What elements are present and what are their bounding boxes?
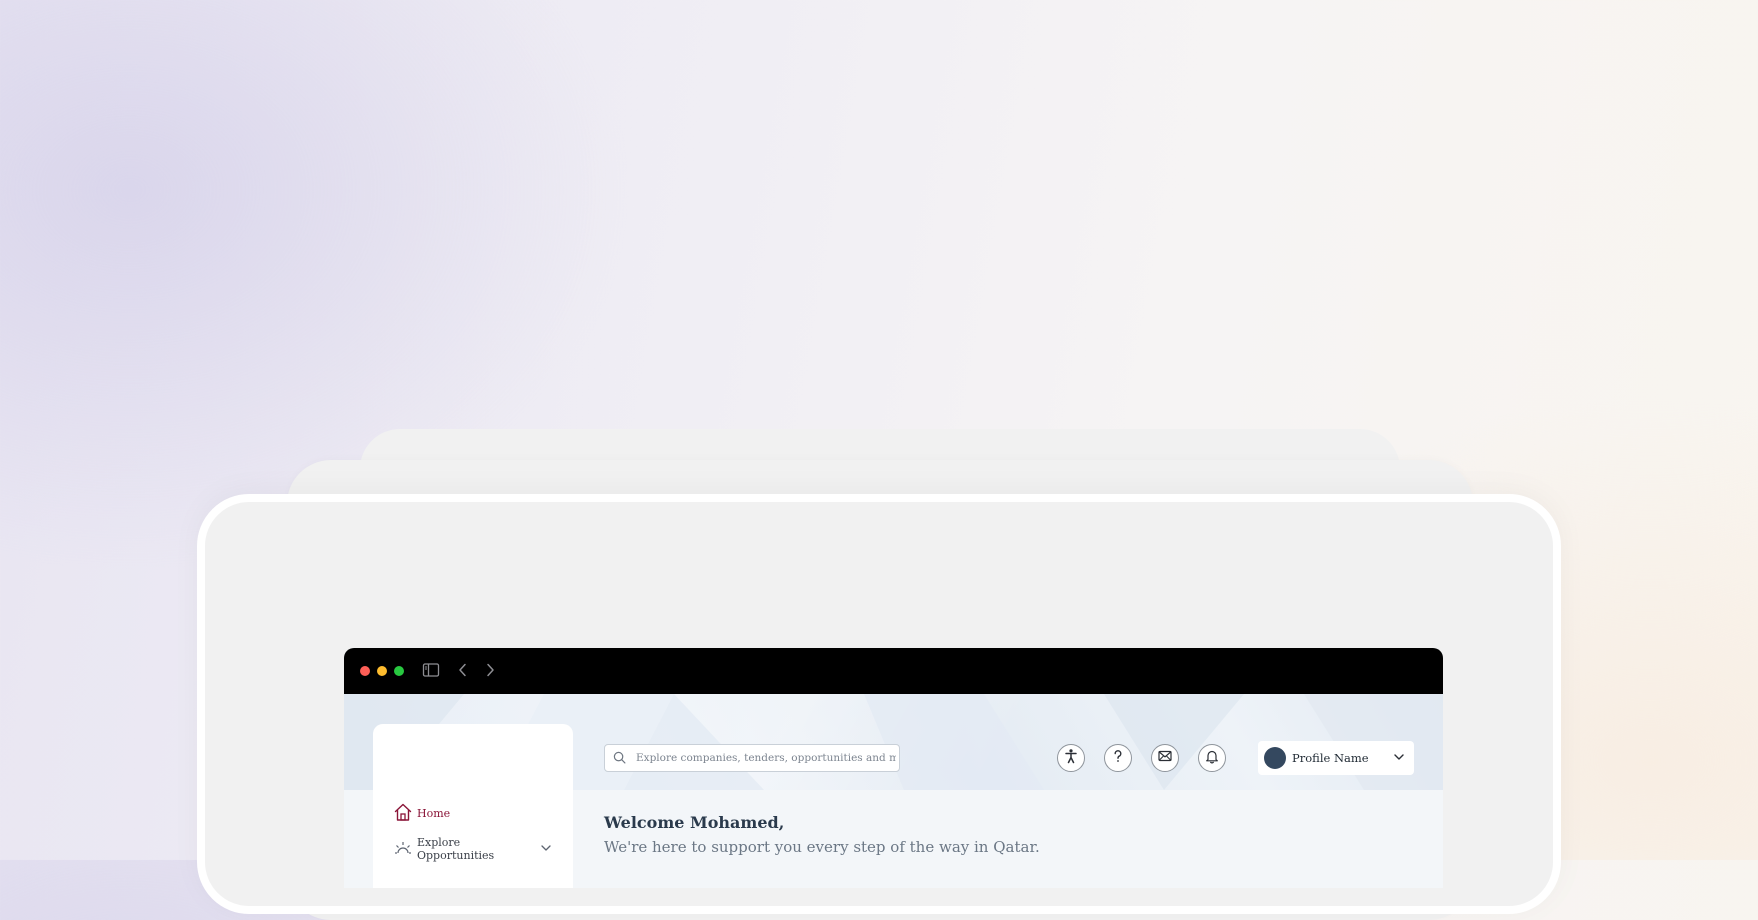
home-icon xyxy=(393,802,413,825)
welcome-heading: Welcome Mohamed, xyxy=(604,813,785,832)
sidebar-item-explore-opportunities[interactable]: Explore Opportunities xyxy=(393,836,553,862)
chevron-down-icon[interactable] xyxy=(1392,749,1406,768)
sunrise-icon xyxy=(393,838,413,861)
browser-window: Home Explore Opportunities Explore compa… xyxy=(344,648,1443,888)
accessibility-icon xyxy=(1063,748,1079,768)
avatar xyxy=(1264,747,1286,769)
back-arrow-icon[interactable] xyxy=(454,661,472,683)
search-input[interactable] xyxy=(634,751,898,765)
sidebar-item-home[interactable]: Home xyxy=(393,802,450,825)
minimize-window-button[interactable] xyxy=(377,666,387,676)
close-window-button[interactable] xyxy=(360,666,370,676)
bell-icon xyxy=(1204,748,1220,768)
help-button[interactable] xyxy=(1104,744,1132,772)
sidebar: Home Explore Opportunities xyxy=(373,724,573,888)
sidebar-toggle-icon[interactable] xyxy=(422,661,440,683)
accessibility-button[interactable] xyxy=(1057,744,1085,772)
profile-name: Profile Name xyxy=(1292,751,1369,765)
chevron-down-icon[interactable] xyxy=(539,841,553,858)
sidebar-item-label: Home xyxy=(417,807,451,820)
sidebar-item-label: Explore Opportunities xyxy=(417,836,495,862)
help-icon xyxy=(1110,748,1126,768)
forward-arrow-icon[interactable] xyxy=(481,661,499,683)
browser-titlebar xyxy=(344,648,1443,694)
mail-icon xyxy=(1157,748,1173,768)
search-bar[interactable] xyxy=(604,744,900,772)
profile-menu[interactable]: Profile Name xyxy=(1258,741,1414,775)
welcome-subtitle: We're here to support you every step of … xyxy=(604,838,1040,856)
search-icon xyxy=(613,749,626,768)
maximize-window-button[interactable] xyxy=(394,666,404,676)
messages-button[interactable] xyxy=(1151,744,1179,772)
notifications-button[interactable] xyxy=(1198,744,1226,772)
